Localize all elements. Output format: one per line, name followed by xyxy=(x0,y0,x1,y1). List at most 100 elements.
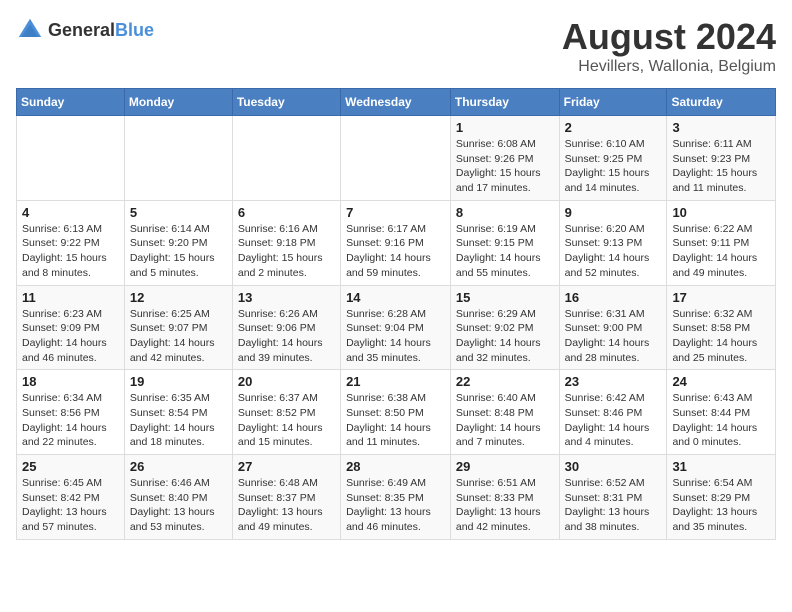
day-info: Sunrise: 6:26 AMSunset: 9:06 PMDaylight:… xyxy=(238,307,335,366)
day-number: 11 xyxy=(22,290,119,305)
calendar-cell: 20 Sunrise: 6:37 AMSunset: 8:52 PMDayligh… xyxy=(232,370,340,455)
calendar-table: SundayMondayTuesdayWednesdayThursdayFrid… xyxy=(16,88,776,540)
header-day: Sunday xyxy=(17,89,125,116)
day-info: Sunrise: 6:28 AMSunset: 9:04 PMDaylight:… xyxy=(346,307,445,366)
calendar-cell: 19 Sunrise: 6:35 AMSunset: 8:54 PMDayligh… xyxy=(124,370,232,455)
header-day: Saturday xyxy=(667,89,776,116)
day-info: Sunrise: 6:13 AMSunset: 9:22 PMDaylight:… xyxy=(22,222,119,281)
day-info: Sunrise: 6:17 AMSunset: 9:16 PMDaylight:… xyxy=(346,222,445,281)
calendar-week: 11 Sunrise: 6:23 AMSunset: 9:09 PMDayligh… xyxy=(17,285,776,370)
day-info: Sunrise: 6:46 AMSunset: 8:40 PMDaylight:… xyxy=(130,476,227,535)
day-number: 21 xyxy=(346,374,445,389)
calendar-cell: 8 Sunrise: 6:19 AMSunset: 9:15 PMDaylight… xyxy=(450,200,559,285)
day-info: Sunrise: 6:37 AMSunset: 8:52 PMDaylight:… xyxy=(238,391,335,450)
day-info: Sunrise: 6:29 AMSunset: 9:02 PMDaylight:… xyxy=(456,307,554,366)
day-info: Sunrise: 6:48 AMSunset: 8:37 PMDaylight:… xyxy=(238,476,335,535)
day-number: 7 xyxy=(346,205,445,220)
calendar-cell xyxy=(124,116,232,201)
calendar-subtitle: Hevillers, Wallonia, Belgium xyxy=(562,58,776,76)
day-info: Sunrise: 6:54 AMSunset: 8:29 PMDaylight:… xyxy=(672,476,770,535)
calendar-cell xyxy=(17,116,125,201)
logo-text-general: General xyxy=(48,20,115,40)
day-info: Sunrise: 6:25 AMSunset: 9:07 PMDaylight:… xyxy=(130,307,227,366)
day-number: 14 xyxy=(346,290,445,305)
day-info: Sunrise: 6:32 AMSunset: 8:58 PMDaylight:… xyxy=(672,307,770,366)
calendar-cell: 10Sunrise: 6:22 AMSunset: 9:11 PMDayligh… xyxy=(667,200,776,285)
day-info: Sunrise: 6:20 AMSunset: 9:13 PMDaylight:… xyxy=(565,222,662,281)
day-info: Sunrise: 6:52 AMSunset: 8:31 PMDaylight:… xyxy=(565,476,662,535)
calendar-cell: 30 Sunrise: 6:52 AMSunset: 8:31 PMDayligh… xyxy=(559,455,667,540)
day-info: Sunrise: 6:23 AMSunset: 9:09 PMDaylight:… xyxy=(22,307,119,366)
header-day: Tuesday xyxy=(232,89,340,116)
day-number: 1 xyxy=(456,120,554,135)
calendar-cell: 23Sunrise: 6:42 AMSunset: 8:46 PMDayligh… xyxy=(559,370,667,455)
day-number: 15 xyxy=(456,290,554,305)
day-info: Sunrise: 6:16 AMSunset: 9:18 PMDaylight:… xyxy=(238,222,335,281)
day-number: 3 xyxy=(672,120,770,135)
day-info: Sunrise: 6:10 AMSunset: 9:25 PMDaylight:… xyxy=(565,137,662,196)
calendar-cell: 13 Sunrise: 6:26 AMSunset: 9:06 PMDayligh… xyxy=(232,285,340,370)
calendar-cell: 4 Sunrise: 6:13 AMSunset: 9:22 PMDaylight… xyxy=(17,200,125,285)
calendar-cell: 5Sunrise: 6:14 AMSunset: 9:20 PMDaylight… xyxy=(124,200,232,285)
day-number: 2 xyxy=(565,120,662,135)
calendar-cell: 14 Sunrise: 6:28 AMSunset: 9:04 PMDayligh… xyxy=(341,285,451,370)
calendar-cell: 25 Sunrise: 6:45 AMSunset: 8:42 PMDayligh… xyxy=(17,455,125,540)
day-number: 8 xyxy=(456,205,554,220)
day-info: Sunrise: 6:38 AMSunset: 8:50 PMDaylight:… xyxy=(346,391,445,450)
day-number: 28 xyxy=(346,459,445,474)
day-number: 23 xyxy=(565,374,662,389)
calendar-cell: 26Sunrise: 6:46 AMSunset: 8:40 PMDayligh… xyxy=(124,455,232,540)
day-number: 31 xyxy=(672,459,770,474)
day-number: 22 xyxy=(456,374,554,389)
day-number: 24 xyxy=(672,374,770,389)
day-number: 27 xyxy=(238,459,335,474)
calendar-cell: 27 Sunrise: 6:48 AMSunset: 8:37 PMDayligh… xyxy=(232,455,340,540)
calendar-cell: 24 Sunrise: 6:43 AMSunset: 8:44 PMDayligh… xyxy=(667,370,776,455)
day-info: Sunrise: 6:34 AMSunset: 8:56 PMDaylight:… xyxy=(22,391,119,450)
day-info: Sunrise: 6:51 AMSunset: 8:33 PMDaylight:… xyxy=(456,476,554,535)
day-info: Sunrise: 6:35 AMSunset: 8:54 PMDaylight:… xyxy=(130,391,227,450)
calendar-week: 18 Sunrise: 6:34 AMSunset: 8:56 PMDayligh… xyxy=(17,370,776,455)
day-info: Sunrise: 6:43 AMSunset: 8:44 PMDaylight:… xyxy=(672,391,770,450)
day-number: 25 xyxy=(22,459,119,474)
header-row: SundayMondayTuesdayWednesdayThursdayFrid… xyxy=(17,89,776,116)
day-number: 13 xyxy=(238,290,335,305)
logo-icon xyxy=(16,16,44,44)
day-info: Sunrise: 6:22 AMSunset: 9:11 PMDaylight:… xyxy=(672,222,770,281)
day-number: 18 xyxy=(22,374,119,389)
calendar-week: 1 Sunrise: 6:08 AMSunset: 9:26 PMDaylight… xyxy=(17,116,776,201)
day-number: 20 xyxy=(238,374,335,389)
day-info: Sunrise: 6:14 AMSunset: 9:20 PMDaylight:… xyxy=(130,222,227,281)
calendar-header: SundayMondayTuesdayWednesdayThursdayFrid… xyxy=(17,89,776,116)
calendar-cell: 2 Sunrise: 6:10 AMSunset: 9:25 PMDaylight… xyxy=(559,116,667,201)
page-header: GeneralBlue August 2024 Hevillers, Wallo… xyxy=(16,16,776,76)
logo: GeneralBlue xyxy=(16,16,154,44)
day-number: 19 xyxy=(130,374,227,389)
day-number: 4 xyxy=(22,205,119,220)
calendar-cell: 12 Sunrise: 6:25 AMSunset: 9:07 PMDayligh… xyxy=(124,285,232,370)
header-day: Thursday xyxy=(450,89,559,116)
day-number: 17 xyxy=(672,290,770,305)
calendar-cell: 1 Sunrise: 6:08 AMSunset: 9:26 PMDaylight… xyxy=(450,116,559,201)
calendar-week: 25 Sunrise: 6:45 AMSunset: 8:42 PMDayligh… xyxy=(17,455,776,540)
calendar-cell: 6Sunrise: 6:16 AMSunset: 9:18 PMDaylight… xyxy=(232,200,340,285)
calendar-cell: 16Sunrise: 6:31 AMSunset: 9:00 PMDayligh… xyxy=(559,285,667,370)
day-info: Sunrise: 6:11 AMSunset: 9:23 PMDaylight:… xyxy=(672,137,770,196)
day-info: Sunrise: 6:45 AMSunset: 8:42 PMDaylight:… xyxy=(22,476,119,535)
calendar-cell: 3 Sunrise: 6:11 AMSunset: 9:23 PMDaylight… xyxy=(667,116,776,201)
day-number: 16 xyxy=(565,290,662,305)
calendar-cell: 21 Sunrise: 6:38 AMSunset: 8:50 PMDayligh… xyxy=(341,370,451,455)
day-number: 29 xyxy=(456,459,554,474)
calendar-cell: 31 Sunrise: 6:54 AMSunset: 8:29 PMDayligh… xyxy=(667,455,776,540)
day-number: 30 xyxy=(565,459,662,474)
day-info: Sunrise: 6:19 AMSunset: 9:15 PMDaylight:… xyxy=(456,222,554,281)
day-number: 12 xyxy=(130,290,227,305)
calendar-week: 4 Sunrise: 6:13 AMSunset: 9:22 PMDaylight… xyxy=(17,200,776,285)
day-info: Sunrise: 6:40 AMSunset: 8:48 PMDaylight:… xyxy=(456,391,554,450)
calendar-cell: 9Sunrise: 6:20 AMSunset: 9:13 PMDaylight… xyxy=(559,200,667,285)
calendar-cell xyxy=(341,116,451,201)
header-day: Monday xyxy=(124,89,232,116)
calendar-cell: 17 Sunrise: 6:32 AMSunset: 8:58 PMDayligh… xyxy=(667,285,776,370)
calendar-cell: 28Sunrise: 6:49 AMSunset: 8:35 PMDayligh… xyxy=(341,455,451,540)
day-info: Sunrise: 6:08 AMSunset: 9:26 PMDaylight:… xyxy=(456,137,554,196)
